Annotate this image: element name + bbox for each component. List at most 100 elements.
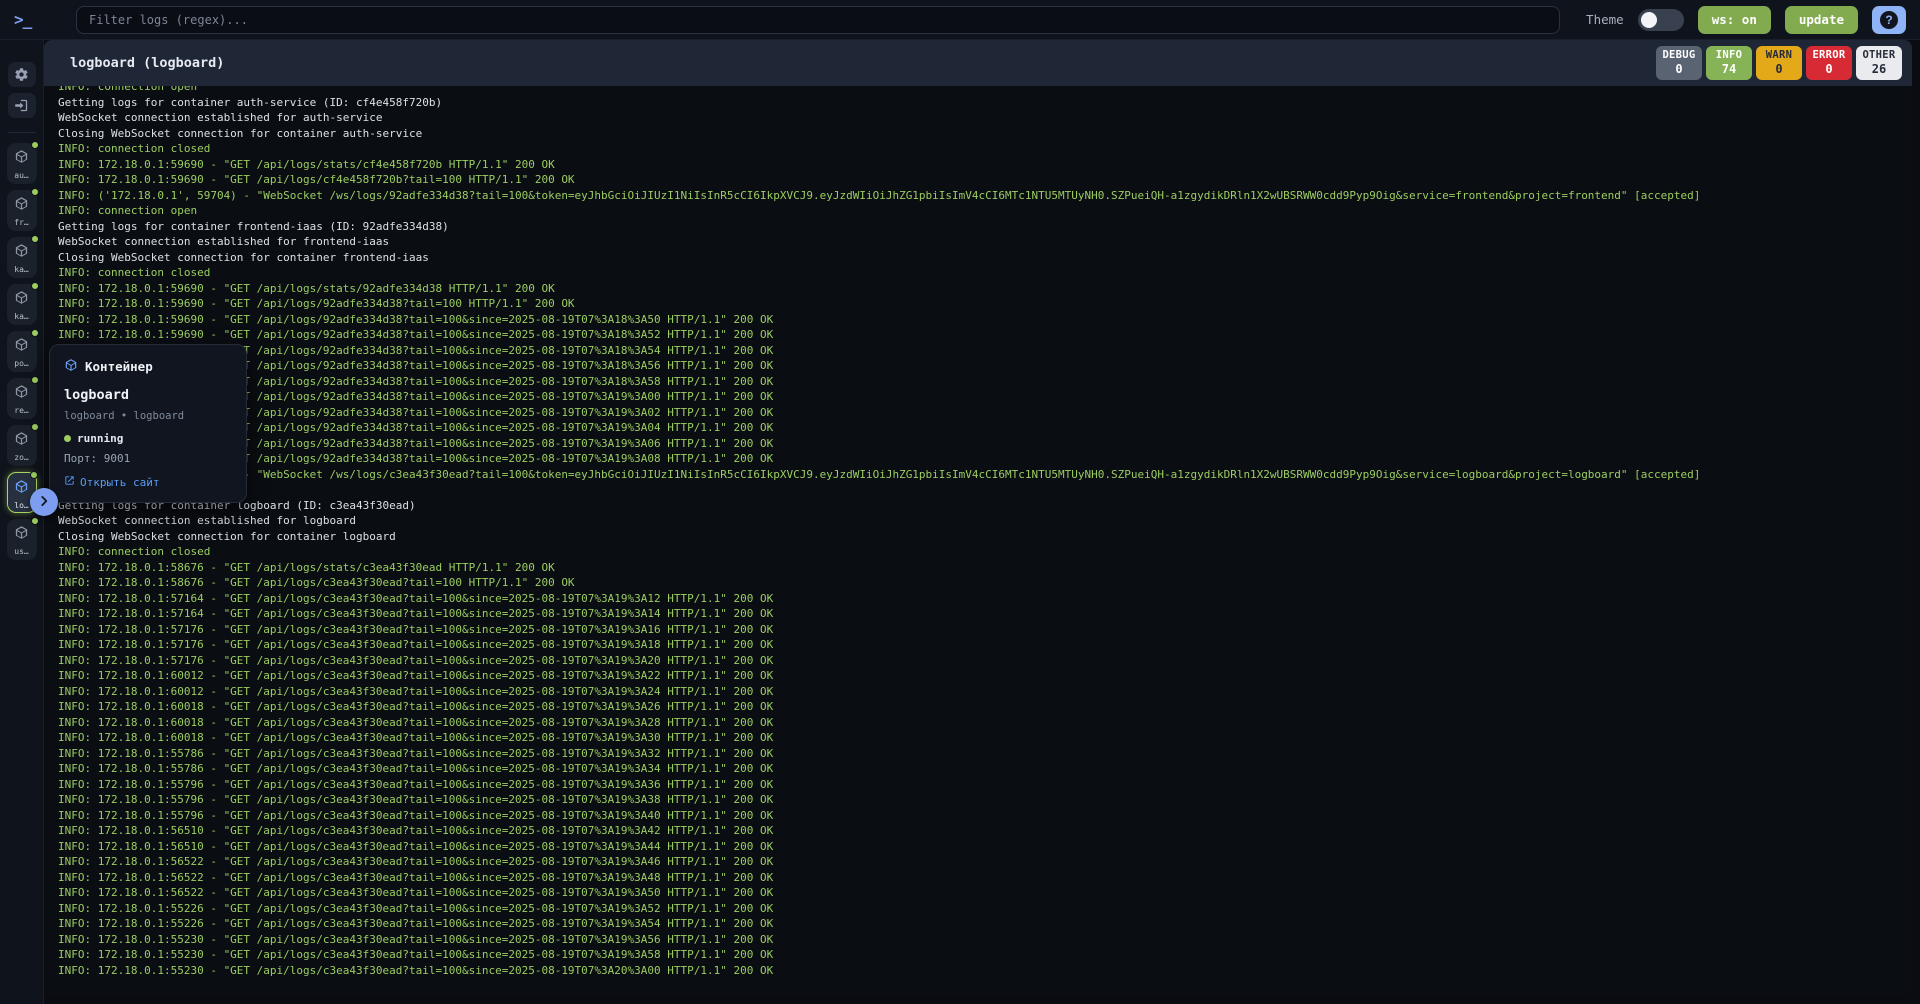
open-site-label: Открыть сайт (80, 476, 159, 489)
log-line: INFO: ('172.18.0.1', 59704) - "WebSocket… (58, 188, 1912, 204)
log-line: INFO: 172.18.0.1:59690 - "GET /api/logs/… (58, 343, 1912, 359)
container-label: lo… (14, 501, 28, 510)
gear-icon (14, 67, 29, 82)
log-line: INFO: 172.18.0.1:59690 - "GET /api/logs/… (58, 172, 1912, 188)
log-area[interactable]: INFO: connection open Getting logs for c… (44, 86, 1912, 996)
log-line: INFO: 172.18.0.1:59690 - "GET /api/logs/… (58, 420, 1912, 436)
log-line: INFO: 172.18.0.1:60012 - "GET /api/logs/… (58, 684, 1912, 700)
log-line: INFO: 172.18.0.1:56522 - "GET /api/logs/… (58, 854, 1912, 870)
websocket-status-button[interactable]: ws: on (1698, 6, 1771, 34)
cube-icon (14, 519, 29, 544)
update-button[interactable]: update (1785, 6, 1858, 34)
tooltip-status: running (77, 432, 123, 445)
log-line: INFO: 172.18.0.1:59690 - "GET /api/logs/… (58, 374, 1912, 390)
badge-count: 26 (1860, 62, 1898, 76)
container-label: au… (14, 171, 28, 180)
sidebar-container-tile[interactable]: ka… (7, 284, 37, 325)
log-line: WebSocket connection established for log… (58, 513, 1912, 529)
cube-icon (64, 357, 78, 376)
badge-count: 0 (1810, 62, 1848, 76)
sidebar: au… fr… ka… (0, 40, 44, 1004)
cube-icon (14, 284, 29, 309)
container-label: us… (14, 547, 28, 556)
page-title: logboard (logboard) (70, 55, 224, 71)
theme-label: Theme (1586, 12, 1624, 27)
log-line: INFO: 172.18.0.1:55796 - "GET /api/logs/… (58, 792, 1912, 808)
badge-count: 74 (1710, 62, 1748, 76)
badge-label: OTHER (1860, 49, 1898, 61)
level-badge[interactable]: OTHER 26 (1856, 46, 1902, 80)
log-line: INFO: 172.18.0.1:55230 - "GET /api/logs/… (58, 963, 1912, 979)
sidebar-divider (8, 132, 36, 133)
open-site-link[interactable]: Открыть сайт (64, 475, 232, 489)
log-line: INFO: 172.18.0.1:60018 - "GET /api/logs/… (58, 699, 1912, 715)
tooltip-subtitle: logboard • logboard (64, 410, 232, 422)
sidebar-container-tile[interactable]: fr… (7, 190, 37, 231)
settings-button[interactable] (8, 62, 36, 87)
running-status-dot (64, 435, 71, 442)
level-badge[interactable]: ERROR 0 (1806, 46, 1852, 80)
badge-label: DEBUG (1660, 49, 1698, 61)
sidebar-container-tile[interactable]: po… (7, 331, 37, 372)
log-line: INFO: 172.18.0.1:59690 - "GET /api/logs/… (58, 451, 1912, 467)
log-line: INFO: 172.18.0.1:58676 - "GET /api/logs/… (58, 560, 1912, 576)
badge-label: INFO (1710, 49, 1748, 61)
level-badge[interactable]: INFO 74 (1706, 46, 1752, 80)
help-button[interactable]: ? (1872, 6, 1906, 34)
container-label: po… (14, 359, 28, 368)
log-line: INFO: 172.18.0.1:59690 - "GET /api/logs/… (58, 405, 1912, 421)
log-line: INFO: 172.18.0.1:57164 - "GET /api/logs/… (58, 606, 1912, 622)
log-line: INFO: ('172.18.0.1', 58682) - "WebSocket… (58, 467, 1912, 483)
tooltip-heading: Контейнер (85, 359, 153, 374)
level-badge[interactable]: WARN 0 (1756, 46, 1802, 80)
log-line: INFO: 172.18.0.1:59690 - "GET /api/logs/… (58, 389, 1912, 405)
topbar: >_ Theme ws: on update ? (0, 0, 1920, 40)
log-line: Getting logs for container logboard (ID:… (58, 498, 1912, 514)
sign-out-icon (14, 98, 29, 113)
sidebar-container-tile[interactable]: us… (7, 519, 37, 560)
log-line: INFO: connection closed (58, 141, 1912, 157)
cube-icon (14, 378, 29, 403)
sidebar-container-tile[interactable]: ka… (7, 237, 37, 278)
running-status-dot (31, 282, 39, 290)
chevron-right-icon (37, 494, 51, 511)
log-line: INFO: 172.18.0.1:55786 - "GET /api/logs/… (58, 761, 1912, 777)
theme-toggle-knob (1641, 12, 1657, 28)
log-line: INFO: 172.18.0.1:60018 - "GET /api/logs/… (58, 715, 1912, 731)
badge-label: ERROR (1810, 49, 1848, 61)
log-line: INFO: 172.18.0.1:57176 - "GET /api/logs/… (58, 653, 1912, 669)
running-status-dot (31, 188, 39, 196)
log-line: INFO: 172.18.0.1:55230 - "GET /api/logs/… (58, 947, 1912, 963)
log-line: INFO: 172.18.0.1:55226 - "GET /api/logs/… (58, 916, 1912, 932)
log-line: INFO: connection open (58, 86, 1912, 95)
log-line: INFO: 172.18.0.1:59690 - "GET /api/logs/… (58, 296, 1912, 312)
main-panel: logboard (logboard) DEBUG 0 INFO 74 WARN… (44, 40, 1912, 996)
log-line: INFO: 172.18.0.1:57164 - "GET /api/logs/… (58, 591, 1912, 607)
running-status-dot (31, 329, 39, 337)
cube-icon (14, 331, 29, 356)
level-badge[interactable]: DEBUG 0 (1656, 46, 1702, 80)
sidebar-container-tile[interactable]: re… (7, 378, 37, 419)
tooltip-heading-row: Контейнер (64, 357, 232, 376)
filter-logs-input[interactable] (76, 6, 1560, 34)
log-line: INFO: 172.18.0.1:59690 - "GET /api/logs/… (58, 281, 1912, 297)
log-line: INFO: connection closed (58, 265, 1912, 281)
container-label: zo… (14, 453, 28, 462)
cube-icon (14, 473, 29, 498)
sidebar-expand-button[interactable] (30, 488, 58, 516)
logout-button[interactable] (8, 93, 36, 118)
sidebar-container-tile[interactable]: zo… (7, 425, 37, 466)
log-lines: INFO: connection open Getting logs for c… (58, 86, 1912, 978)
sidebar-container-tile[interactable]: au… (7, 143, 37, 184)
running-status-dot (30, 471, 38, 479)
theme-toggle[interactable] (1638, 9, 1684, 31)
log-line: INFO: connection open (58, 203, 1912, 219)
log-line: Getting logs for container auth-service … (58, 95, 1912, 111)
running-status-dot (31, 376, 39, 384)
log-line: INFO: 172.18.0.1:55226 - "GET /api/logs/… (58, 901, 1912, 917)
running-status-dot (31, 141, 39, 149)
app-logo-terminal-icon: >_ (14, 10, 44, 29)
tooltip-container-name: logboard (64, 387, 232, 403)
container-label: re… (14, 406, 28, 415)
log-line: WebSocket connection established for aut… (58, 110, 1912, 126)
